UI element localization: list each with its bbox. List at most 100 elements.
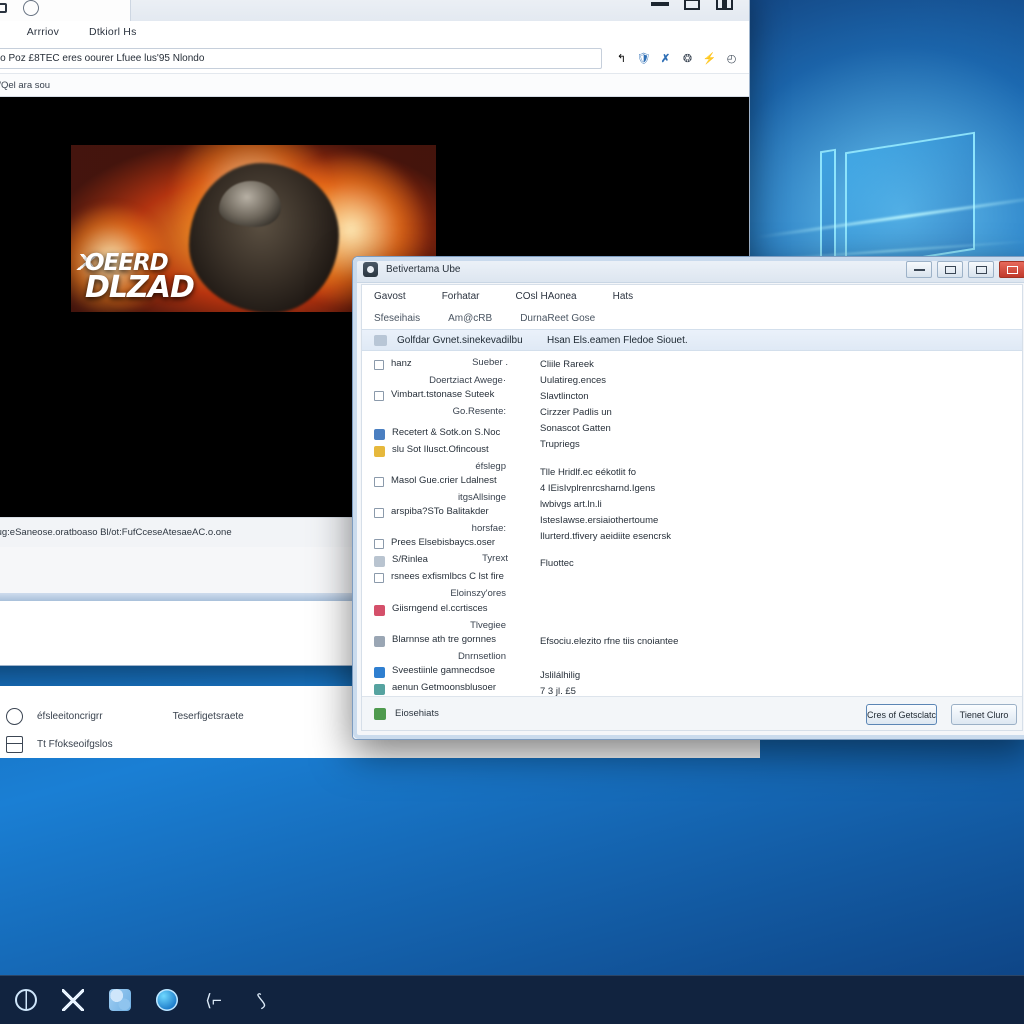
taskbar-item-x[interactable] [49, 976, 96, 1024]
disc-icon [363, 262, 378, 277]
pointer-icon[interactable]: ↰ [614, 51, 629, 66]
checkbox-icon[interactable] [374, 573, 384, 584]
dialog-titlebar[interactable]: Betivertama Ube [353, 257, 1024, 283]
option-sub: Go.Resente: [452, 406, 506, 418]
option-sub: itgsAllsinge [457, 491, 506, 503]
browser-tab[interactable] [0, 0, 131, 21]
dialog-submenu-item-1[interactable]: Am@cRB [448, 313, 492, 324]
option-label: Prees Elsebisbaycs.oser [391, 537, 496, 549]
right-item: Uulatireg.ences [540, 374, 607, 386]
option-row[interactable]: Masol Gue.crier Ldalnest [374, 474, 512, 490]
right-item: Trupriegs [540, 438, 580, 450]
option-inline: Tyrext [482, 553, 508, 565]
dialog-menu-item-3[interactable]: Hats [613, 291, 634, 302]
restore-icon[interactable] [968, 261, 994, 278]
option-row[interactable]: Prees Elsebisbaycs.oser [374, 536, 512, 552]
minimize-icon[interactable] [906, 261, 932, 278]
account-icon[interactable]: ◴ [724, 51, 739, 66]
option-row[interactable]: Vimbart.tstonase Suteek [374, 388, 512, 404]
right-block3-line: Fluottec [540, 558, 574, 570]
option-row[interactable]: Sveestiinle gamnecdsoe [374, 664, 512, 680]
taskbar-item-edge[interactable] [2, 976, 49, 1024]
selected-row-label-b: Hsan Els.eamen Fledoe Siouet. [547, 334, 688, 346]
flash-icon[interactable]: ⚡ [702, 51, 717, 66]
right-block2-line: IstesIawse.ersiaiothertoume [540, 514, 659, 526]
extension-icon[interactable]: ❂ [680, 51, 695, 66]
menu-item-2[interactable]: Arrriov [27, 26, 59, 38]
option-row[interactable]: S/Rinlea Tyrext [374, 553, 512, 569]
address-input[interactable]: 3ndurerigaz oo Poz £8TEC eres oourer Lfu… [0, 47, 602, 69]
bookmark-x-icon[interactable]: ✗ [658, 51, 673, 66]
option-row[interactable]: rsnees exfismlbcs C lst fire [374, 570, 512, 586]
folder-icon [374, 445, 385, 457]
option-row[interactable]: arspiba?STo Balitakder [374, 505, 512, 521]
dialog-left-column: hanz Sueber . Doertziact Awege· Vimbart.… [362, 357, 512, 696]
right-block2-line: lwbivgs art.ln.li [540, 498, 602, 510]
dialog-menu-item-0[interactable]: Gavost [374, 291, 406, 302]
brush-icon: ⟆ [254, 989, 267, 1011]
edge-icon [13, 987, 39, 1013]
maximize-icon[interactable] [937, 261, 963, 278]
dialog-submenu-item-0[interactable]: Sfeseihais [374, 313, 420, 324]
globe-icon [374, 684, 385, 695]
option-label: hanz [391, 358, 412, 369]
option-row[interactable]: aenun Getmoonsblusoer [374, 681, 512, 696]
confirm-button[interactable]: Cres of Getsclatc [865, 704, 937, 725]
option-row[interactable]: hanz Sueber . [374, 357, 512, 373]
circle-icon [6, 707, 23, 725]
minimize-icon[interactable] [645, 0, 675, 15]
game-logo: OEERD DLZAD [85, 252, 195, 303]
steam-icon [107, 987, 133, 1013]
dialog-menubar: Gavost Forhatar COsl HAonea Hats [362, 285, 1022, 307]
option-label: Recetert & Sotk.on S.Noc [392, 426, 501, 438]
browser-titlebar [0, 0, 749, 21]
taskbar-item-globe[interactable] [143, 976, 190, 1024]
bookmarks-bar[interactable]: M.Mo:tsnepresteeninGate/Qel ara sou [0, 73, 749, 97]
option-row[interactable]: slu Sot Ilusct.Ofincoust [374, 443, 512, 459]
taskbar: ⟨⌐ ⟆ [0, 975, 1024, 1024]
shield-icon[interactable]: 🛡 [636, 51, 651, 66]
browser-toolbar: ‹ ⌄ 3ndurerigaz oo Poz £8TEC eres oourer… [0, 43, 749, 73]
taskbar-item-steam[interactable] [96, 976, 143, 1024]
dialog-button-row: Cres of Getsclatc Tienet Cluro [865, 704, 1017, 725]
dialog-selected-row[interactable]: Golfdar Gvnet.sinekevadilbu Hsan Els.eam… [362, 329, 1022, 351]
checkbox-icon[interactable] [374, 508, 384, 518]
dialog-menu-item-1[interactable]: Forhatar [442, 291, 480, 302]
dialog-menu-item-2[interactable]: COsl HAonea [515, 291, 576, 302]
chart-icon [374, 667, 385, 678]
option-row[interactable]: Giisrngend el.ccrtisces [374, 602, 512, 618]
checkbox-icon[interactable] [374, 539, 384, 550]
checkbox-icon[interactable] [374, 476, 384, 487]
menu-item-3[interactable]: Dtkiorl Hs [89, 26, 137, 38]
close-icon[interactable] [999, 261, 1024, 278]
folder-icon [374, 334, 387, 346]
right-item: Sonascot Gatten [540, 422, 611, 434]
globe-icon [154, 987, 180, 1013]
option-label: slu Sot Ilusct.Ofincoust [392, 443, 489, 455]
option-label: Masol Gue.crier Ldalnest [391, 474, 497, 486]
cancel-button[interactable]: Tienet Cluro [951, 704, 1017, 725]
right-block5-line: 7 3 jl. £5 [540, 686, 576, 696]
taskbar-item-brush[interactable]: ⟆ [237, 976, 284, 1024]
checkbox-icon[interactable] [374, 391, 384, 402]
dialog-title: Betivertama Ube [386, 264, 461, 275]
option-label: Blarnnse ath tre gornnes [392, 633, 497, 645]
selected-row-label-a: Golfdar Gvnet.sinekevadilbu [397, 334, 523, 346]
close-icon[interactable] [20, 0, 42, 19]
checkbox-icon[interactable] [374, 360, 384, 370]
option-sub: Dnrnsetlion [457, 650, 506, 662]
right-block2-line: 4 IEisIvplrenrcsharnd.Igens [540, 482, 656, 494]
taskbar-item-bracket[interactable]: ⟨⌐ [190, 976, 237, 1024]
option-sub: éfslegp [475, 460, 506, 472]
disc-icon [374, 635, 385, 647]
media-icon [374, 604, 385, 616]
dialog-submenu-item-2[interactable]: DurnaReet Gose [520, 313, 595, 324]
option-row[interactable]: Recetert & Sotk.on S.Noc [374, 426, 512, 442]
option-label: S/Rinlea [392, 554, 428, 566]
maximize-icon[interactable] [677, 0, 707, 15]
option-sub: Tlvegiee [470, 619, 506, 631]
option-row[interactable]: Blarnnse ath tre gornnes [374, 633, 512, 649]
close-icon[interactable] [709, 0, 739, 15]
